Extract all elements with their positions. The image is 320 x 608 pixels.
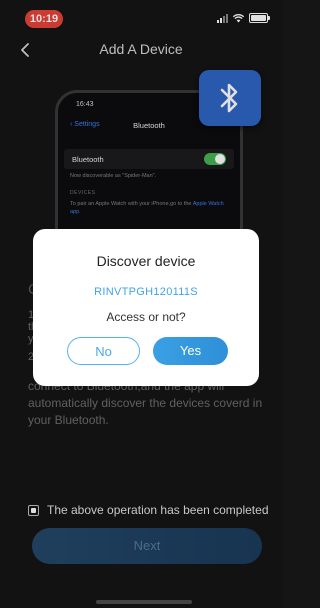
home-indicator (96, 600, 192, 604)
no-button[interactable]: No (67, 337, 140, 365)
device-id: RINVTPGH120111S (94, 286, 198, 298)
confirm-checkbox[interactable] (28, 504, 39, 516)
yes-button[interactable]: Yes (153, 337, 228, 365)
dialog-question: Access or not? (106, 310, 186, 324)
next-button[interactable]: Next (32, 528, 262, 564)
discover-device-dialog: Discover device RINVTPGH120111S Access o… (33, 229, 259, 386)
confirm-row[interactable]: The above operation has been completed (28, 503, 269, 517)
dialog-title: Discover device (96, 253, 196, 269)
confirm-label: The above operation has been completed (47, 503, 269, 517)
